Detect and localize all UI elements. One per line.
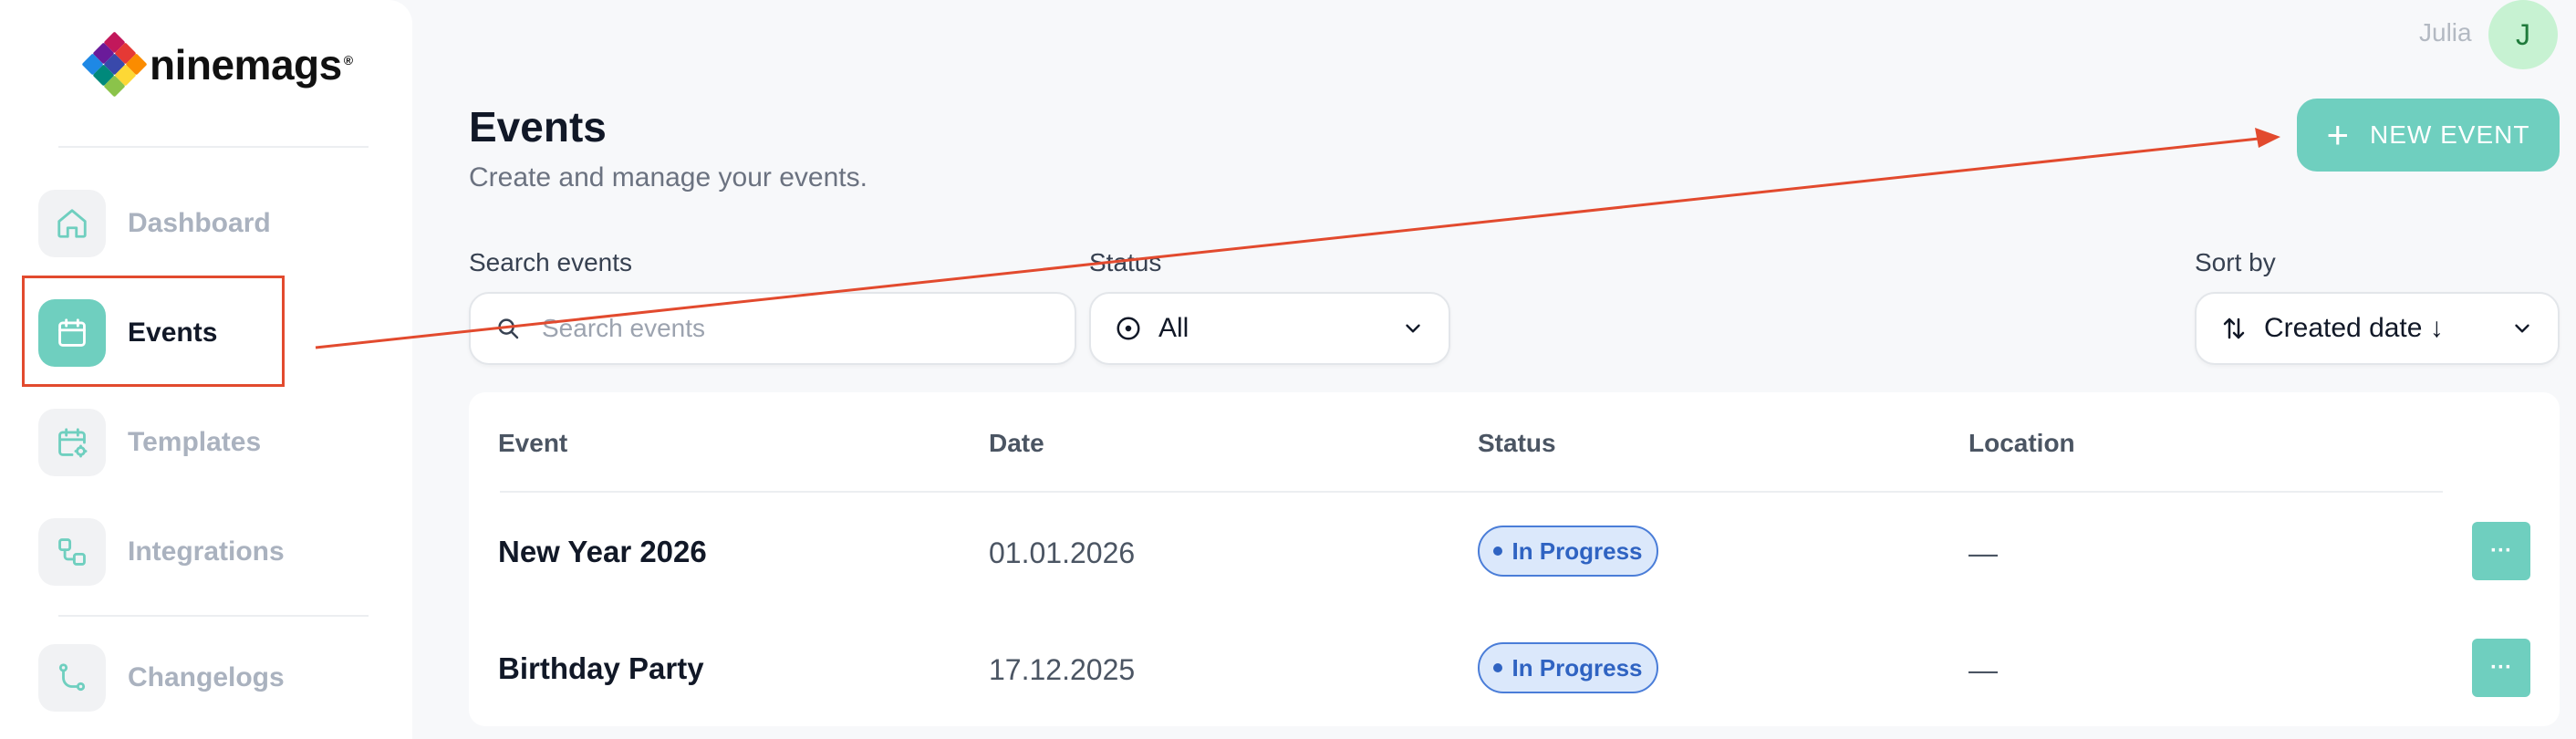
chevron-down-icon <box>1406 324 1420 333</box>
logo-diamond-icon <box>81 31 148 102</box>
status-label: Status <box>1089 248 1162 276</box>
new-event-button[interactable]: + NEW EVENT <box>2297 99 2560 172</box>
sidebar-divider <box>58 615 369 617</box>
table-row-location: — <box>1968 536 1998 569</box>
column-header-status[interactable]: Status <box>1478 429 1556 458</box>
sidebar-item-label: Integrations <box>128 536 285 567</box>
column-header-date[interactable]: Date <box>989 429 1044 458</box>
table-header-divider <box>500 491 2443 493</box>
status-badge: In Progress <box>1478 642 1658 693</box>
sidebar-item-dashboard[interactable]: Dashboard <box>38 190 271 257</box>
table-row-date: 17.12.2025 <box>989 653 1136 686</box>
plus-icon: + <box>2326 113 2351 156</box>
column-header-location[interactable]: Location <box>1968 429 2075 458</box>
workflow-icon <box>38 518 106 586</box>
sort-value: Created date ↓ <box>2264 313 2444 343</box>
status-badge-label: In Progress <box>1511 536 1643 565</box>
sort-select[interactable]: Created date ↓ <box>2195 292 2560 365</box>
status-dot-icon <box>1493 663 1503 672</box>
brand-name: ninemags ® <box>150 41 353 88</box>
table-row-event-name[interactable]: Birthday Party <box>498 651 704 686</box>
search-input[interactable] <box>542 314 1053 343</box>
table-row-date: 01.01.2026 <box>989 536 1136 569</box>
page-title: Events <box>469 103 607 151</box>
sidebar-item-templates[interactable]: Templates <box>38 409 261 476</box>
page-subtitle: Create and manage your events. <box>469 162 867 193</box>
sidebar-item-label: Templates <box>128 427 262 457</box>
user-name: Julia <box>2419 18 2472 47</box>
sort-arrows-icon <box>2223 317 2245 339</box>
annotation-highlight-box <box>22 276 285 387</box>
table-row-location: — <box>1968 653 1998 686</box>
avatar[interactable]: J <box>2488 0 2558 69</box>
row-actions-button[interactable]: ··· <box>2472 639 2530 697</box>
status-badge: In Progress <box>1478 526 1658 577</box>
sort-label: Sort by <box>2195 248 2276 276</box>
sidebar-item-changelogs[interactable]: Changelogs <box>38 644 285 712</box>
sidebar-item-label: Dashboard <box>128 208 271 238</box>
sidebar-item-label: Changelogs <box>128 662 285 692</box>
chevron-down-icon <box>2515 324 2529 333</box>
search-label: Search events <box>469 248 632 276</box>
search-icon <box>498 318 519 339</box>
sidebar-item-integrations[interactable]: Integrations <box>38 518 285 586</box>
git-branch-icon <box>38 644 106 712</box>
calendar-gear-icon <box>38 409 106 476</box>
brand-logo[interactable]: ninemags ® <box>81 31 353 102</box>
search-field[interactable] <box>469 292 1076 365</box>
home-icon <box>38 190 106 257</box>
status-dot-icon <box>1493 546 1503 556</box>
new-event-label: NEW EVENT <box>2370 120 2530 149</box>
sidebar-divider <box>58 146 369 148</box>
status-select[interactable]: All <box>1089 292 1450 365</box>
column-header-event[interactable]: Event <box>498 429 567 458</box>
circle-dot-icon <box>1117 317 1140 340</box>
table-row-event-name[interactable]: New Year 2026 <box>498 535 707 569</box>
row-actions-button[interactable]: ··· <box>2472 522 2530 580</box>
status-badge-label: In Progress <box>1511 653 1643 682</box>
status-value: All <box>1158 313 1189 343</box>
